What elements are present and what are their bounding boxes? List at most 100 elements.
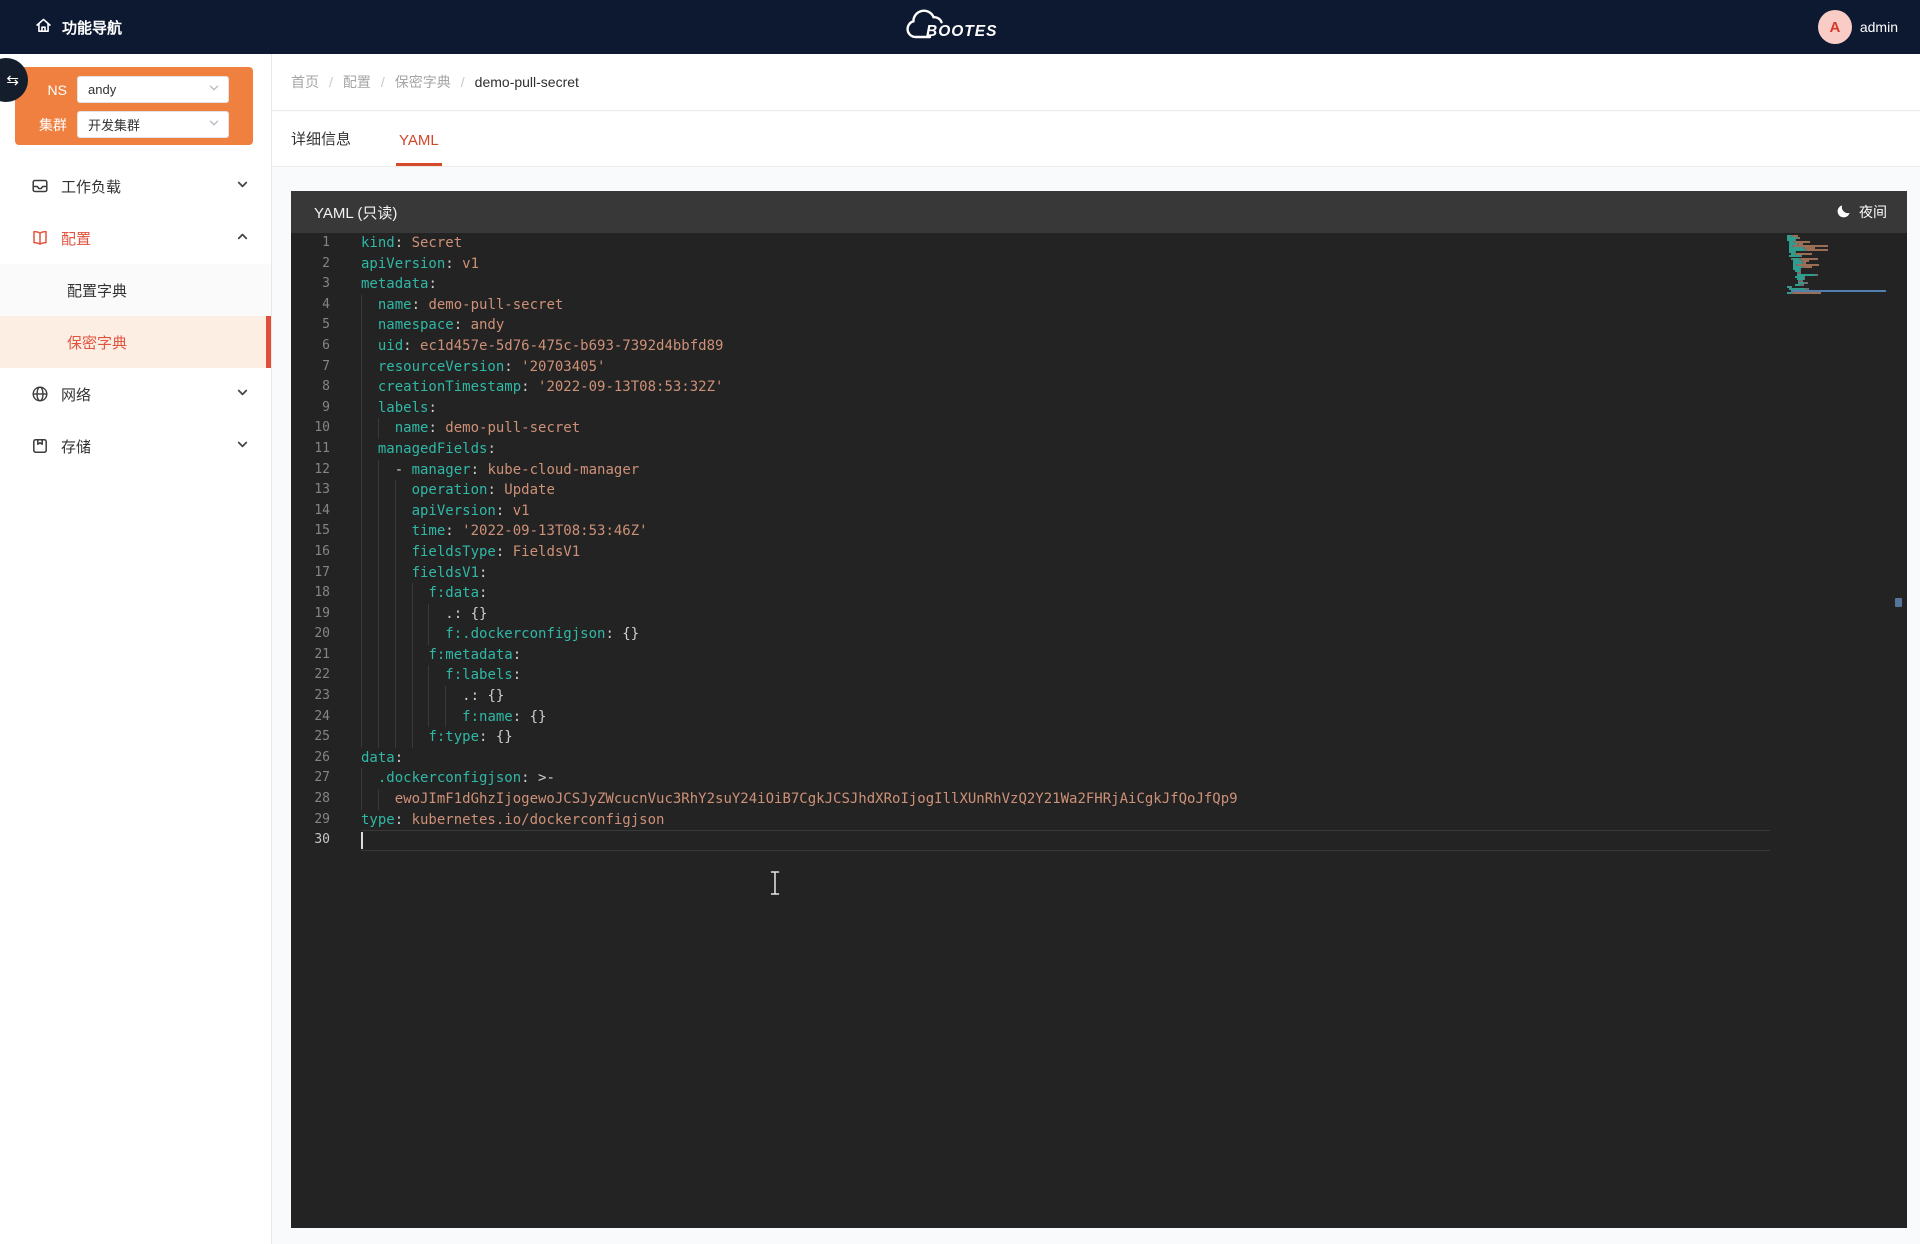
indent-guide bbox=[378, 727, 379, 748]
indent-guide bbox=[361, 418, 362, 439]
indent-guide bbox=[378, 563, 379, 584]
indent-guide bbox=[361, 645, 362, 666]
sidebar-subitem-label: 保密字典 bbox=[67, 332, 127, 353]
sidebar-subitem[interactable]: 配置字典 bbox=[0, 264, 271, 316]
yaml-editor[interactable]: 1kind: Secret2apiVersion: v13metadata:4 … bbox=[291, 233, 1907, 1228]
indent-guide bbox=[395, 665, 396, 686]
breadcrumb-item[interactable]: 保密字典 bbox=[395, 72, 451, 92]
line-number: 22 bbox=[291, 665, 330, 686]
code-line: 10 name: demo-pull-secret bbox=[291, 418, 1777, 439]
indent-guide bbox=[378, 665, 379, 686]
globe-icon bbox=[31, 385, 50, 404]
sidebar-subitem-label: 配置字典 bbox=[67, 280, 127, 301]
indent-guide bbox=[395, 686, 396, 707]
indent-guide bbox=[361, 789, 362, 810]
code-line: 2apiVersion: v1 bbox=[291, 254, 1777, 275]
indent-guide bbox=[361, 357, 362, 378]
indent-guide bbox=[361, 707, 362, 728]
select-arrow-icon bbox=[208, 82, 220, 97]
tab-详细信息[interactable]: 详细信息 bbox=[291, 128, 351, 166]
workspace-field-label: NS bbox=[21, 82, 77, 98]
workspace-field-row: NSandy bbox=[15, 76, 253, 103]
night-mode-toggle[interactable]: 夜间 bbox=[1836, 202, 1887, 222]
indent-guide bbox=[378, 583, 379, 604]
code-line: 6 uid: ec1d457e-5d76-475c-b693-7392d4bbf… bbox=[291, 336, 1777, 357]
editor-minimap[interactable] bbox=[1787, 235, 1893, 296]
indent-guide bbox=[361, 563, 362, 584]
line-number: 13 bbox=[291, 480, 330, 501]
line-number: 5 bbox=[291, 315, 330, 336]
indent-guide bbox=[378, 686, 379, 707]
indent-guide bbox=[412, 707, 413, 728]
workspace-field-row: 集群开发集群 bbox=[15, 111, 253, 138]
sidebar-item-workload[interactable]: 工作负载 bbox=[0, 160, 271, 212]
line-number: 12 bbox=[291, 460, 330, 481]
sidebar-item-config-book[interactable]: 配置 bbox=[0, 212, 271, 264]
code-line: 4 name: demo-pull-secret bbox=[291, 295, 1777, 316]
indent-guide bbox=[378, 418, 379, 439]
config-book-icon bbox=[31, 229, 50, 248]
line-number: 8 bbox=[291, 377, 330, 398]
code-line: 11 managedFields: bbox=[291, 439, 1777, 460]
sidebar-item-globe[interactable]: 网络 bbox=[0, 368, 271, 420]
user-name: admin bbox=[1860, 19, 1898, 35]
line-number: 7 bbox=[291, 357, 330, 378]
indent-guide bbox=[361, 542, 362, 563]
sidebar-item-storage[interactable]: 存储 bbox=[0, 420, 271, 472]
line-number: 17 bbox=[291, 563, 330, 584]
minimap-line bbox=[1787, 294, 1893, 296]
line-number: 27 bbox=[291, 768, 330, 789]
code-line: 21 f:metadata: bbox=[291, 645, 1777, 666]
storage-icon bbox=[31, 437, 50, 456]
ns-select[interactable]: andy bbox=[77, 76, 229, 103]
workspace-selector-panel: NSandy集群开发集群 bbox=[15, 67, 253, 145]
line-number: 6 bbox=[291, 336, 330, 357]
text-cursor-icon bbox=[768, 870, 782, 900]
svg-text:BOOTES: BOOTES bbox=[926, 23, 997, 40]
sidebar-menu: 工作负载配置配置字典保密字典网络存储 bbox=[0, 160, 271, 472]
code-line: 15 time: '2022-09-13T08:53:46Z' bbox=[291, 521, 1777, 542]
breadcrumb: 首页/配置/保密字典/demo-pull-secret bbox=[272, 54, 1920, 111]
sidebar-subitem[interactable]: 保密字典 bbox=[0, 316, 271, 368]
breadcrumb-item[interactable]: 配置 bbox=[343, 72, 371, 92]
indent-guide bbox=[378, 542, 379, 563]
code-line: 8 creationTimestamp: '2022-09-13T08:53:3… bbox=[291, 377, 1777, 398]
code-area: 1kind: Secret2apiVersion: v13metadata:4 … bbox=[291, 233, 1777, 851]
cluster-select[interactable]: 开发集群 bbox=[77, 111, 229, 138]
line-number: 11 bbox=[291, 439, 330, 460]
line-number: 15 bbox=[291, 521, 330, 542]
select-arrow-icon bbox=[208, 117, 220, 132]
app-root: 功能导航 BOOTES A admin ⇆ NSandy集群开发集群 工作负载配… bbox=[0, 0, 1920, 1244]
line-number: 29 bbox=[291, 810, 330, 831]
select-value: 开发集群 bbox=[88, 115, 208, 134]
sidebar: ⇆ NSandy集群开发集群 工作负载配置配置字典保密字典网络存储 bbox=[0, 54, 272, 1244]
indent-guide bbox=[395, 583, 396, 604]
indent-guide bbox=[378, 645, 379, 666]
workspace-field-label: 集群 bbox=[21, 115, 77, 135]
indent-guide bbox=[412, 645, 413, 666]
indent-guide bbox=[361, 460, 362, 481]
sidebar-item-label: 工作负载 bbox=[61, 176, 236, 197]
indent-guide bbox=[412, 727, 413, 748]
code-line: 1kind: Secret bbox=[291, 233, 1777, 254]
line-number: 21 bbox=[291, 645, 330, 666]
breadcrumb-item[interactable]: 首页 bbox=[291, 72, 319, 92]
indent-guide bbox=[412, 686, 413, 707]
line-number: 16 bbox=[291, 542, 330, 563]
line-number: 28 bbox=[291, 789, 330, 810]
collapse-sidebar-icon: ⇆ bbox=[6, 71, 19, 89]
tab-yaml[interactable]: YAML bbox=[399, 132, 439, 166]
user-menu[interactable]: A admin bbox=[1818, 0, 1898, 54]
line-number: 1 bbox=[291, 233, 330, 254]
top-bar: 功能导航 BOOTES A admin bbox=[0, 0, 1920, 54]
indent-guide bbox=[361, 315, 362, 336]
code-line: 14 apiVersion: v1 bbox=[291, 501, 1777, 522]
line-number: 19 bbox=[291, 604, 330, 625]
indent-guide bbox=[395, 480, 396, 501]
text-caret bbox=[361, 832, 363, 850]
line-number: 2 bbox=[291, 254, 330, 275]
line-number: 30 bbox=[291, 830, 330, 851]
line-number: 14 bbox=[291, 501, 330, 522]
line-number: 25 bbox=[291, 727, 330, 748]
nav-menu-button[interactable]: 功能导航 bbox=[34, 0, 122, 54]
